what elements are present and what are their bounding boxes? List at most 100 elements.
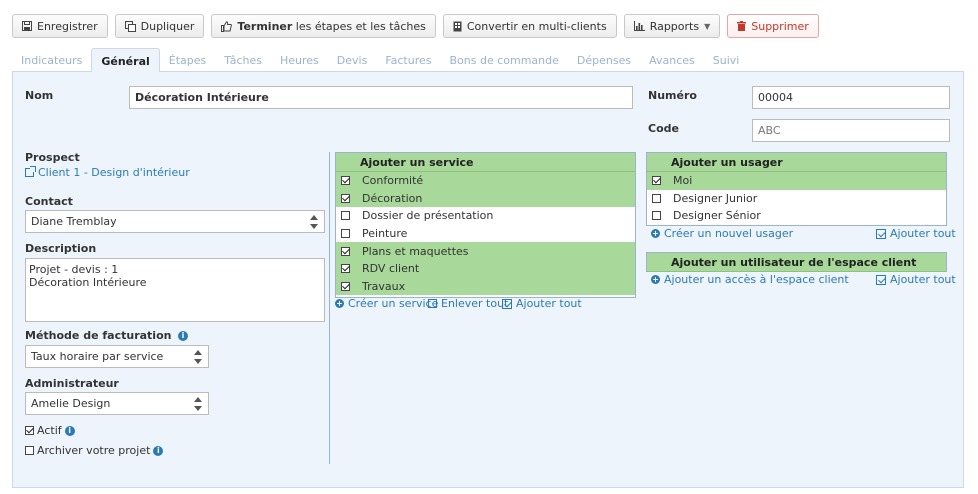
column-divider <box>329 152 330 464</box>
service-item[interactable]: Peinture <box>336 225 635 243</box>
nom-label: Nom <box>25 89 54 102</box>
convert-label: Convertir en multi-clients <box>466 19 607 33</box>
service-checkbox[interactable] <box>341 246 350 256</box>
active-checkbox-row[interactable]: Actif i <box>25 424 75 437</box>
tab-bons-de-commande[interactable]: Bons de commande <box>440 48 567 72</box>
plus-circle-icon <box>335 299 344 308</box>
service-label: Travaux <box>362 279 406 293</box>
building-icon <box>453 21 462 32</box>
user-label: Designer Sénior <box>673 209 761 223</box>
service-item[interactable]: Plans et maquettes <box>336 242 635 260</box>
description-label: Description <box>25 242 97 255</box>
service-item[interactable]: RDV client <box>336 259 635 278</box>
tab-indicateurs[interactable]: Indicateurs <box>12 48 91 72</box>
create-service-label: Créer un service <box>348 297 439 310</box>
tab-avances[interactable]: Avances <box>640 48 704 72</box>
duplicate-button[interactable]: Dupliquer <box>114 14 205 38</box>
delete-button[interactable]: Supprimer <box>727 14 819 38</box>
create-service-link[interactable]: Créer un service <box>335 297 438 310</box>
user-label: Designer Junior <box>673 191 758 205</box>
user-checkbox[interactable] <box>652 176 661 186</box>
select-arrows-icon <box>310 215 319 229</box>
prospect-link[interactable]: Client 1 - Design d'intérieur <box>25 166 190 179</box>
tab-factures[interactable]: Factures <box>376 48 440 72</box>
check-square-icon <box>876 274 886 285</box>
tab-suivi[interactable]: Suivi <box>704 48 749 72</box>
contact-select-value: Diane Tremblay <box>31 215 117 228</box>
select-arrows-icon <box>194 350 203 364</box>
duplicate-label: Dupliquer <box>140 19 195 33</box>
plus-circle-icon <box>651 229 660 238</box>
service-checkbox[interactable] <box>341 211 350 221</box>
admin-label: Administrateur <box>25 377 119 390</box>
service-item[interactable]: Décoration <box>336 189 635 208</box>
finish-label-rest: les étapes et les tâches <box>292 19 426 33</box>
square-icon <box>428 299 437 308</box>
nom-input[interactable]: Décoration Intérieure <box>129 86 633 109</box>
add-all-client-label: Ajouter tout <box>890 273 956 286</box>
check-square-icon <box>876 228 886 239</box>
archive-checkbox-row[interactable]: Archiver votre projet i <box>25 444 164 457</box>
prospect-link-text: Client 1 - Design d'intérieur <box>38 166 190 179</box>
reports-dropdown[interactable]: Rapports ▼ <box>623 14 721 38</box>
service-label: Conformité <box>362 174 424 188</box>
service-label: RDV client <box>362 262 420 276</box>
service-checkbox[interactable] <box>341 193 350 203</box>
service-label: Dossier de présentation <box>362 209 494 223</box>
billing-info-icon[interactable]: i <box>178 331 188 341</box>
service-checkbox[interactable] <box>341 281 350 291</box>
prospect-label: Prospect <box>25 151 80 164</box>
tab-heures[interactable]: Heures <box>271 48 328 72</box>
add-client-access-link[interactable]: Ajouter un accès à l'espace client <box>651 273 849 286</box>
service-item[interactable]: Dossier de présentation <box>336 207 635 225</box>
user-checkbox[interactable] <box>652 211 661 221</box>
add-all-client-users-link[interactable]: Ajouter tout <box>876 273 956 286</box>
tab-etapes[interactable]: Étapes <box>160 48 216 72</box>
tab-devis[interactable]: Devis <box>328 48 377 72</box>
reports-label: Rapports <box>649 19 700 33</box>
archive-checkbox[interactable] <box>25 446 34 455</box>
user-item[interactable]: Moi <box>647 172 946 190</box>
tab-depenses[interactable]: Dépenses <box>568 48 640 72</box>
contact-select[interactable]: Diane Tremblay <box>25 210 325 233</box>
add-all-services-link[interactable]: Ajouter tout <box>502 297 582 310</box>
user-item[interactable]: Designer Junior <box>647 190 946 208</box>
archive-label: Archiver votre projet <box>37 444 151 457</box>
users-header: Ajouter un usager <box>647 153 946 172</box>
create-user-link[interactable]: Créer un nouvel usager <box>651 227 793 240</box>
users-box: Ajouter un usager Moi Designer Junior De… <box>646 152 947 226</box>
tab-general[interactable]: Général <box>91 48 160 73</box>
service-item[interactable]: Travaux <box>336 277 635 296</box>
save-label: Enregistrer <box>37 19 98 33</box>
service-checkbox[interactable] <box>341 229 350 239</box>
tab-taches[interactable]: Tâches <box>215 48 271 72</box>
finish-steps-button[interactable]: Terminer les étapes et les tâches <box>211 14 436 38</box>
admin-select[interactable]: Amelie Design <box>25 392 209 415</box>
description-textarea[interactable]: Projet - devis : 1 Décoration Intérieure <box>25 258 325 322</box>
add-all-users-link[interactable]: Ajouter tout <box>876 227 956 240</box>
code-label: Code <box>648 122 679 135</box>
external-link-icon <box>25 166 36 177</box>
billing-method-value: Taux horaire par service <box>31 350 164 363</box>
client-space-header: Ajouter un utilisateur de l'espace clien… <box>647 253 946 272</box>
billing-method-select[interactable]: Taux horaire par service <box>25 345 209 368</box>
save-button[interactable]: Enregistrer <box>12 14 108 38</box>
select-arrows-icon <box>194 397 203 411</box>
archive-info-icon[interactable]: i <box>153 445 164 456</box>
service-checkbox[interactable] <box>341 176 350 186</box>
user-item[interactable]: Designer Sénior <box>647 207 946 225</box>
service-item[interactable]: Conformité <box>336 172 635 190</box>
remove-all-services-link[interactable]: Enlever tout <box>428 297 508 310</box>
active-checkbox[interactable] <box>25 426 34 435</box>
active-info-icon[interactable]: i <box>64 425 75 436</box>
convert-multi-client-button[interactable]: Convertir en multi-clients <box>442 14 617 38</box>
numero-label: Numéro <box>648 89 697 102</box>
service-checkbox[interactable] <box>341 264 350 274</box>
thumbs-up-icon <box>221 20 233 32</box>
user-checkbox[interactable] <box>652 193 661 203</box>
code-input[interactable]: ABC <box>752 119 950 142</box>
chevron-down-icon: ▼ <box>704 21 711 31</box>
plus-circle-icon <box>651 275 660 284</box>
client-space-box: Ajouter un utilisateur de l'espace clien… <box>646 252 947 272</box>
numero-input[interactable]: 00004 <box>752 86 950 109</box>
